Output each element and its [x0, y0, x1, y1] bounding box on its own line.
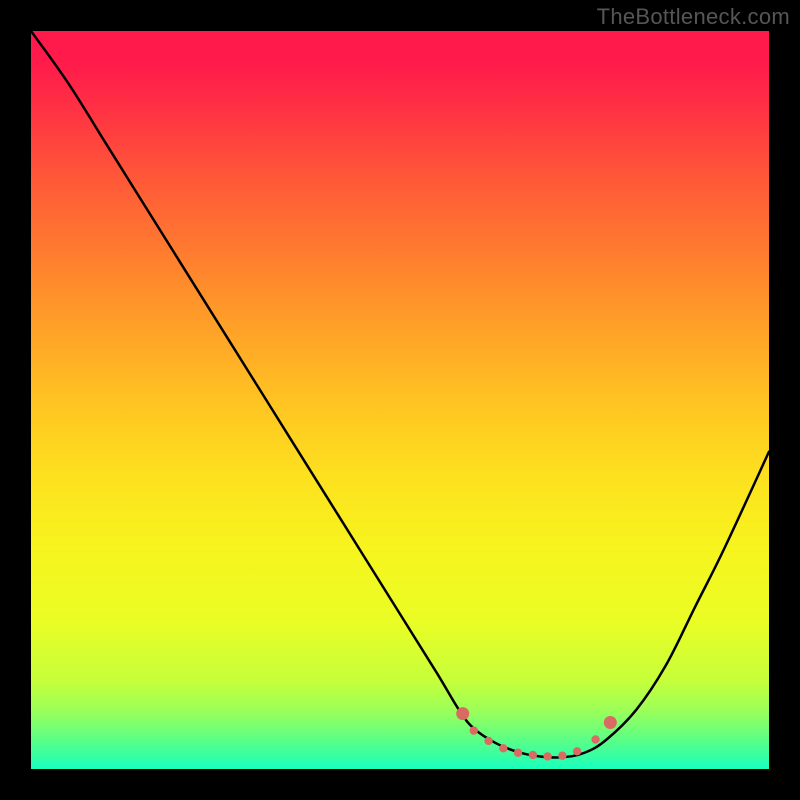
chart-container: TheBottleneck.com [0, 0, 800, 800]
curve-marker [529, 751, 537, 759]
curve-marker [470, 726, 478, 734]
curve-marker [604, 716, 617, 729]
curve-marker [484, 737, 492, 745]
curve-marker [456, 707, 469, 720]
plot-area [31, 31, 769, 769]
curve-marker [514, 749, 522, 757]
curve-marker [573, 747, 581, 755]
curve-marker [543, 752, 551, 760]
curve-marker [558, 752, 566, 760]
curve-marker [591, 735, 599, 743]
watermark-text: TheBottleneck.com [597, 4, 790, 30]
curve-layer [31, 31, 769, 769]
curve-marker [499, 744, 507, 752]
bottleneck-curve [31, 31, 769, 758]
